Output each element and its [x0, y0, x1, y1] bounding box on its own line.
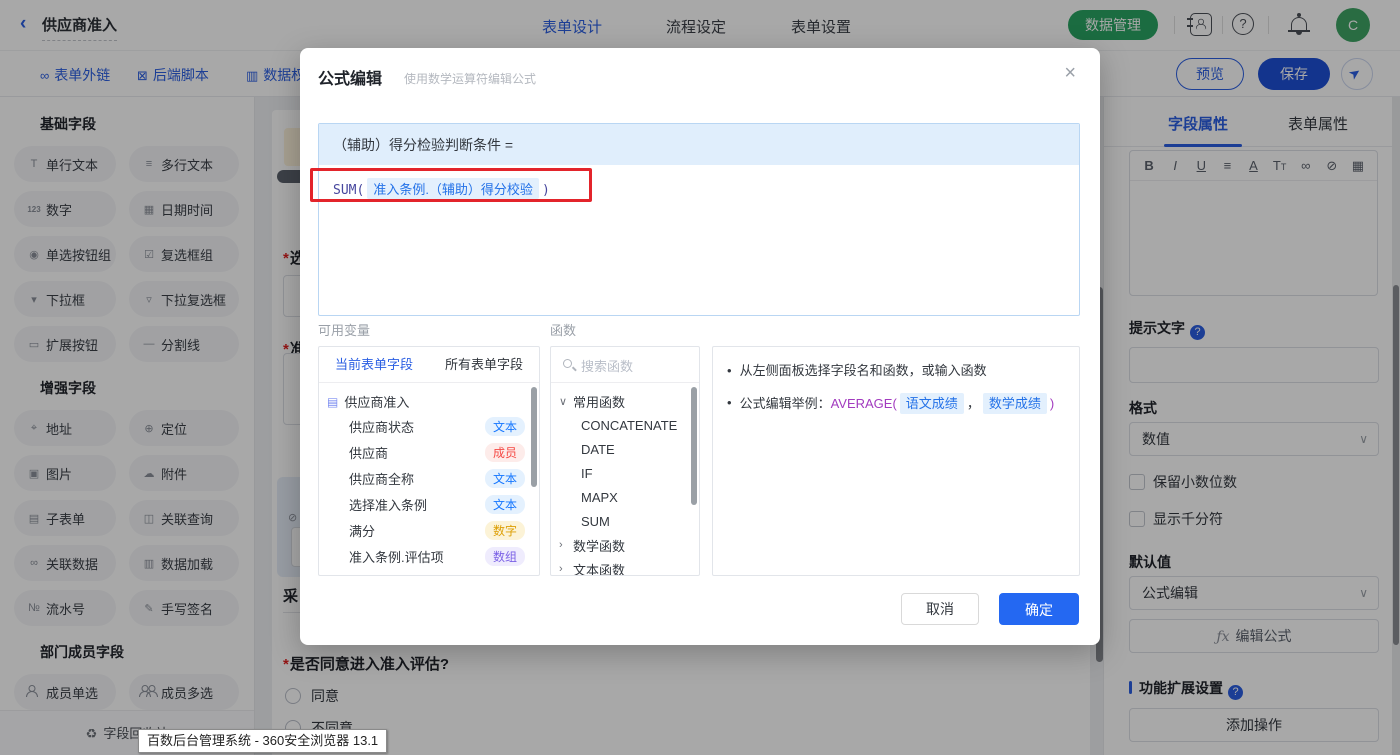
search-icon: [563, 359, 572, 368]
functions-scrollbar[interactable]: [691, 387, 697, 505]
cancel-button[interactable]: 取消: [901, 593, 979, 625]
formula-expression[interactable]: SUM(准入条例.（辅助）得分校验): [319, 165, 1079, 212]
variable-item[interactable]: 选择准入条例文本: [319, 491, 539, 517]
confirm-button[interactable]: 确定: [999, 593, 1079, 625]
formula-editor[interactable]: （辅助）得分检验判断条件 = SUM(准入条例.（辅助）得分校验): [318, 123, 1080, 316]
formula-close-paren: ): [542, 183, 550, 198]
help-line-1: •从左侧面板选择字段名和函数，或输入函数: [727, 361, 1065, 380]
type-tag: 数组: [485, 547, 525, 566]
type-tag: 成员: [485, 443, 525, 462]
search-placeholder: 搜索函数: [581, 356, 633, 375]
formula-target-label: （辅助）得分检验判断条件 =: [319, 124, 1079, 165]
document-icon: ▤: [327, 395, 338, 409]
field-token-chip[interactable]: 准入条例.（辅助）得分校验: [367, 178, 539, 199]
type-tag: 数字: [485, 521, 525, 540]
variable-item[interactable]: 供应商成员: [319, 439, 539, 465]
function-item[interactable]: IF: [551, 461, 699, 485]
tab-all-form-fields[interactable]: 所有表单字段: [429, 347, 539, 382]
modal-title: 公式编辑: [318, 65, 382, 89]
functions-label: 函数: [550, 320, 576, 339]
function-group-text[interactable]: ›文本函数: [551, 557, 699, 576]
function-item[interactable]: DATE: [551, 437, 699, 461]
formula-edit-modal: 公式编辑 使用数学运算符编辑公式 × （辅助）得分检验判断条件 = SUM(准入…: [300, 48, 1100, 645]
variable-item[interactable]: 满分数字: [319, 517, 539, 543]
app-root: ‹ 供应商准入 表单设计 流程设定 表单设置 数据管理 ? C ∞表单外链 ⊠后…: [0, 0, 1400, 755]
chevron-down-icon: ∨: [559, 395, 573, 408]
tab-current-form-fields[interactable]: 当前表单字段: [319, 347, 429, 382]
variables-scrollbar[interactable]: [531, 387, 537, 487]
function-group-common[interactable]: ∨常用函数: [551, 389, 699, 413]
example-token-chip: 数学成绩: [983, 393, 1047, 414]
function-item[interactable]: MAPX: [551, 485, 699, 509]
function-search[interactable]: 搜索函数: [551, 347, 699, 383]
chevron-right-icon: ›: [559, 563, 573, 575]
variables-panel: 当前表单字段 所有表单字段 ▤供应商准入 供应商状态文本 供应商成员 供应商全称…: [318, 346, 540, 576]
formula-function: SUM(: [333, 183, 364, 198]
type-tag: 文本: [485, 469, 525, 488]
help-line-2: •公式编辑举例：AVERAGE(语文成绩，数学成绩): [727, 393, 1065, 414]
variable-tree-root[interactable]: ▤供应商准入: [319, 383, 539, 413]
example-function-name: AVERAGE(: [831, 396, 897, 411]
help-panel: •从左侧面板选择字段名和函数，或输入函数 •公式编辑举例：AVERAGE(语文成…: [712, 346, 1080, 576]
function-group-math[interactable]: ›数学函数: [551, 533, 699, 557]
functions-panel: 搜索函数 ∨常用函数 CONCATENATE DATE IF MAPX SUM …: [550, 346, 700, 576]
variable-item[interactable]: 供应商状态文本: [319, 413, 539, 439]
variable-item[interactable]: 供应商全称文本: [319, 465, 539, 491]
modal-subtitle: 使用数学运算符编辑公式: [404, 70, 536, 87]
chevron-right-icon: ›: [559, 539, 573, 551]
variables-label: 可用变量: [318, 320, 370, 339]
function-item[interactable]: CONCATENATE: [551, 413, 699, 437]
browser-status-tooltip: 百数后台管理系统 - 360安全浏览器 13.1: [138, 729, 387, 753]
function-item[interactable]: SUM: [551, 509, 699, 533]
variable-item[interactable]: 准入条例.评估项数组: [319, 543, 539, 569]
type-tag: 文本: [485, 417, 525, 436]
type-tag: 文本: [485, 495, 525, 514]
example-token-chip: 语文成绩: [900, 393, 964, 414]
close-icon[interactable]: ×: [1064, 62, 1076, 85]
